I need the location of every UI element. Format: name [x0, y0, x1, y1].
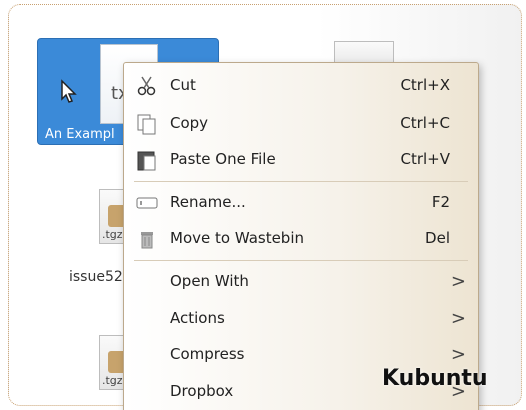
menu-item-cut[interactable]: Cut Ctrl+X	[124, 67, 478, 103]
menu-item-copy[interactable]: Copy Ctrl+C	[124, 105, 478, 141]
menu-item-shortcut: Ctrl+V	[400, 150, 450, 168]
menu-item-shortcut: F2	[431, 193, 450, 211]
menu-item-label: Open With	[170, 272, 249, 290]
chevron-right-icon: >	[450, 307, 466, 329]
chevron-right-icon: >	[450, 343, 466, 365]
chevron-right-icon: >	[450, 270, 466, 292]
archive-extension-label: .tgz	[102, 228, 123, 241]
menu-item-label: Compress	[170, 345, 245, 363]
context-menu: Cut Ctrl+X Copy Ctrl+C Paste One File Ct…	[123, 62, 479, 410]
menu-item-actions[interactable]: Actions >	[124, 300, 478, 336]
menu-item-rename[interactable]: Rename... F2	[124, 184, 478, 220]
file-caption: issue52	[69, 269, 123, 285]
scissors-icon	[136, 75, 158, 97]
menu-item-move-to-wastebin[interactable]: Move to Wastebin Del	[124, 220, 478, 256]
menu-item-label: Dropbox	[170, 382, 234, 400]
kubuntu-brand-label: Kubuntu	[382, 366, 488, 391]
menu-item-shortcut: Del	[425, 229, 450, 247]
menu-separator	[134, 181, 468, 182]
pointer-cursor-icon	[60, 79, 78, 107]
menu-item-label: Move to Wastebin	[170, 229, 305, 247]
menu-item-shortcut: Ctrl+X	[400, 76, 450, 94]
menu-item-label: Paste One File	[170, 150, 276, 168]
archive-extension-label: .tgz	[102, 374, 123, 387]
paste-icon	[136, 149, 158, 171]
selected-file-caption: An Exampl	[45, 127, 115, 142]
rename-icon	[136, 192, 158, 214]
menu-item-shortcut: Ctrl+C	[400, 114, 450, 132]
menu-item-label: Actions	[170, 309, 225, 327]
menu-item-paste[interactable]: Paste One File Ctrl+V	[124, 141, 478, 177]
menu-item-open-with[interactable]: Open With >	[124, 263, 478, 299]
menu-item-label: Rename...	[170, 193, 246, 211]
trash-icon	[136, 228, 158, 250]
menu-separator	[134, 260, 468, 261]
menu-item-label: Copy	[170, 114, 209, 132]
copy-icon	[136, 113, 158, 135]
menu-item-label: Cut	[170, 76, 196, 94]
